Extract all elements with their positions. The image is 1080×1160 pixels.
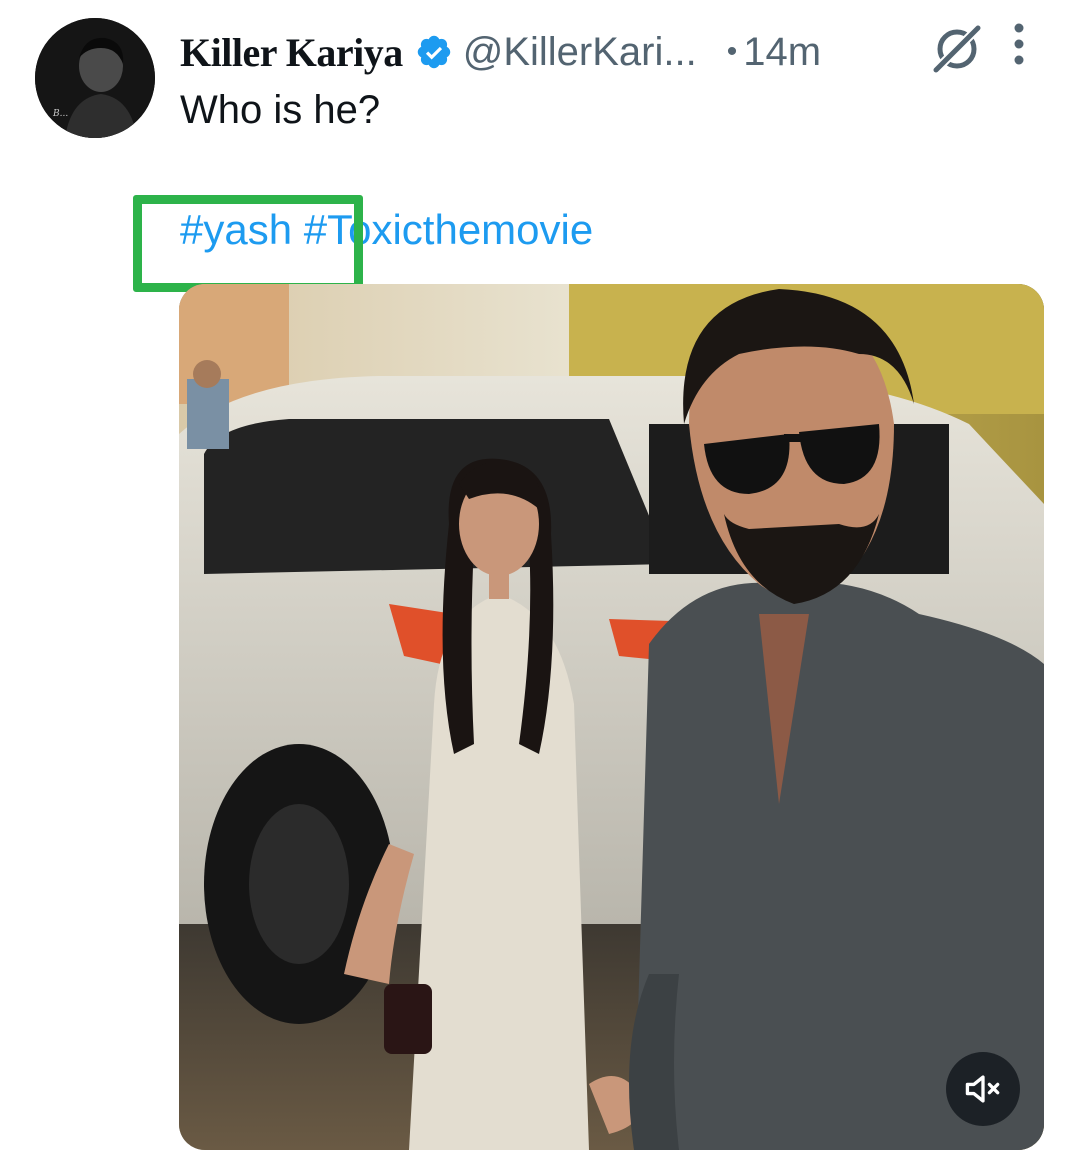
tweet-hashtags: #yash #Toxicthemovie (180, 206, 593, 254)
tweet-header: Killer Kariya @KillerKari... • 14m (180, 22, 1050, 82)
tweet-timestamp[interactable]: 14m (743, 30, 821, 75)
tweet-text: Who is he? (180, 88, 381, 132)
verified-badge-icon (415, 33, 453, 71)
hashtag-link[interactable]: #Toxicthemovie (304, 206, 593, 253)
video-frame (179, 284, 1044, 1150)
hashtag-link[interactable]: #yash (180, 206, 292, 253)
avatar-image: B... (35, 18, 155, 138)
separator-dot: • (726, 35, 738, 68)
mute-toggle-button[interactable] (946, 1052, 1020, 1126)
author-handle[interactable]: @KillerKari... (463, 30, 697, 75)
tweet-media-video[interactable] (179, 284, 1044, 1150)
svg-text:B...: B... (52, 109, 68, 119)
more-vertical-icon[interactable] (1008, 22, 1030, 66)
grok-icon[interactable] (930, 22, 984, 76)
volume-muted-icon (965, 1075, 1000, 1103)
author-avatar[interactable]: B... (35, 18, 155, 138)
author-display-name[interactable]: Killer Kariya (180, 29, 403, 76)
